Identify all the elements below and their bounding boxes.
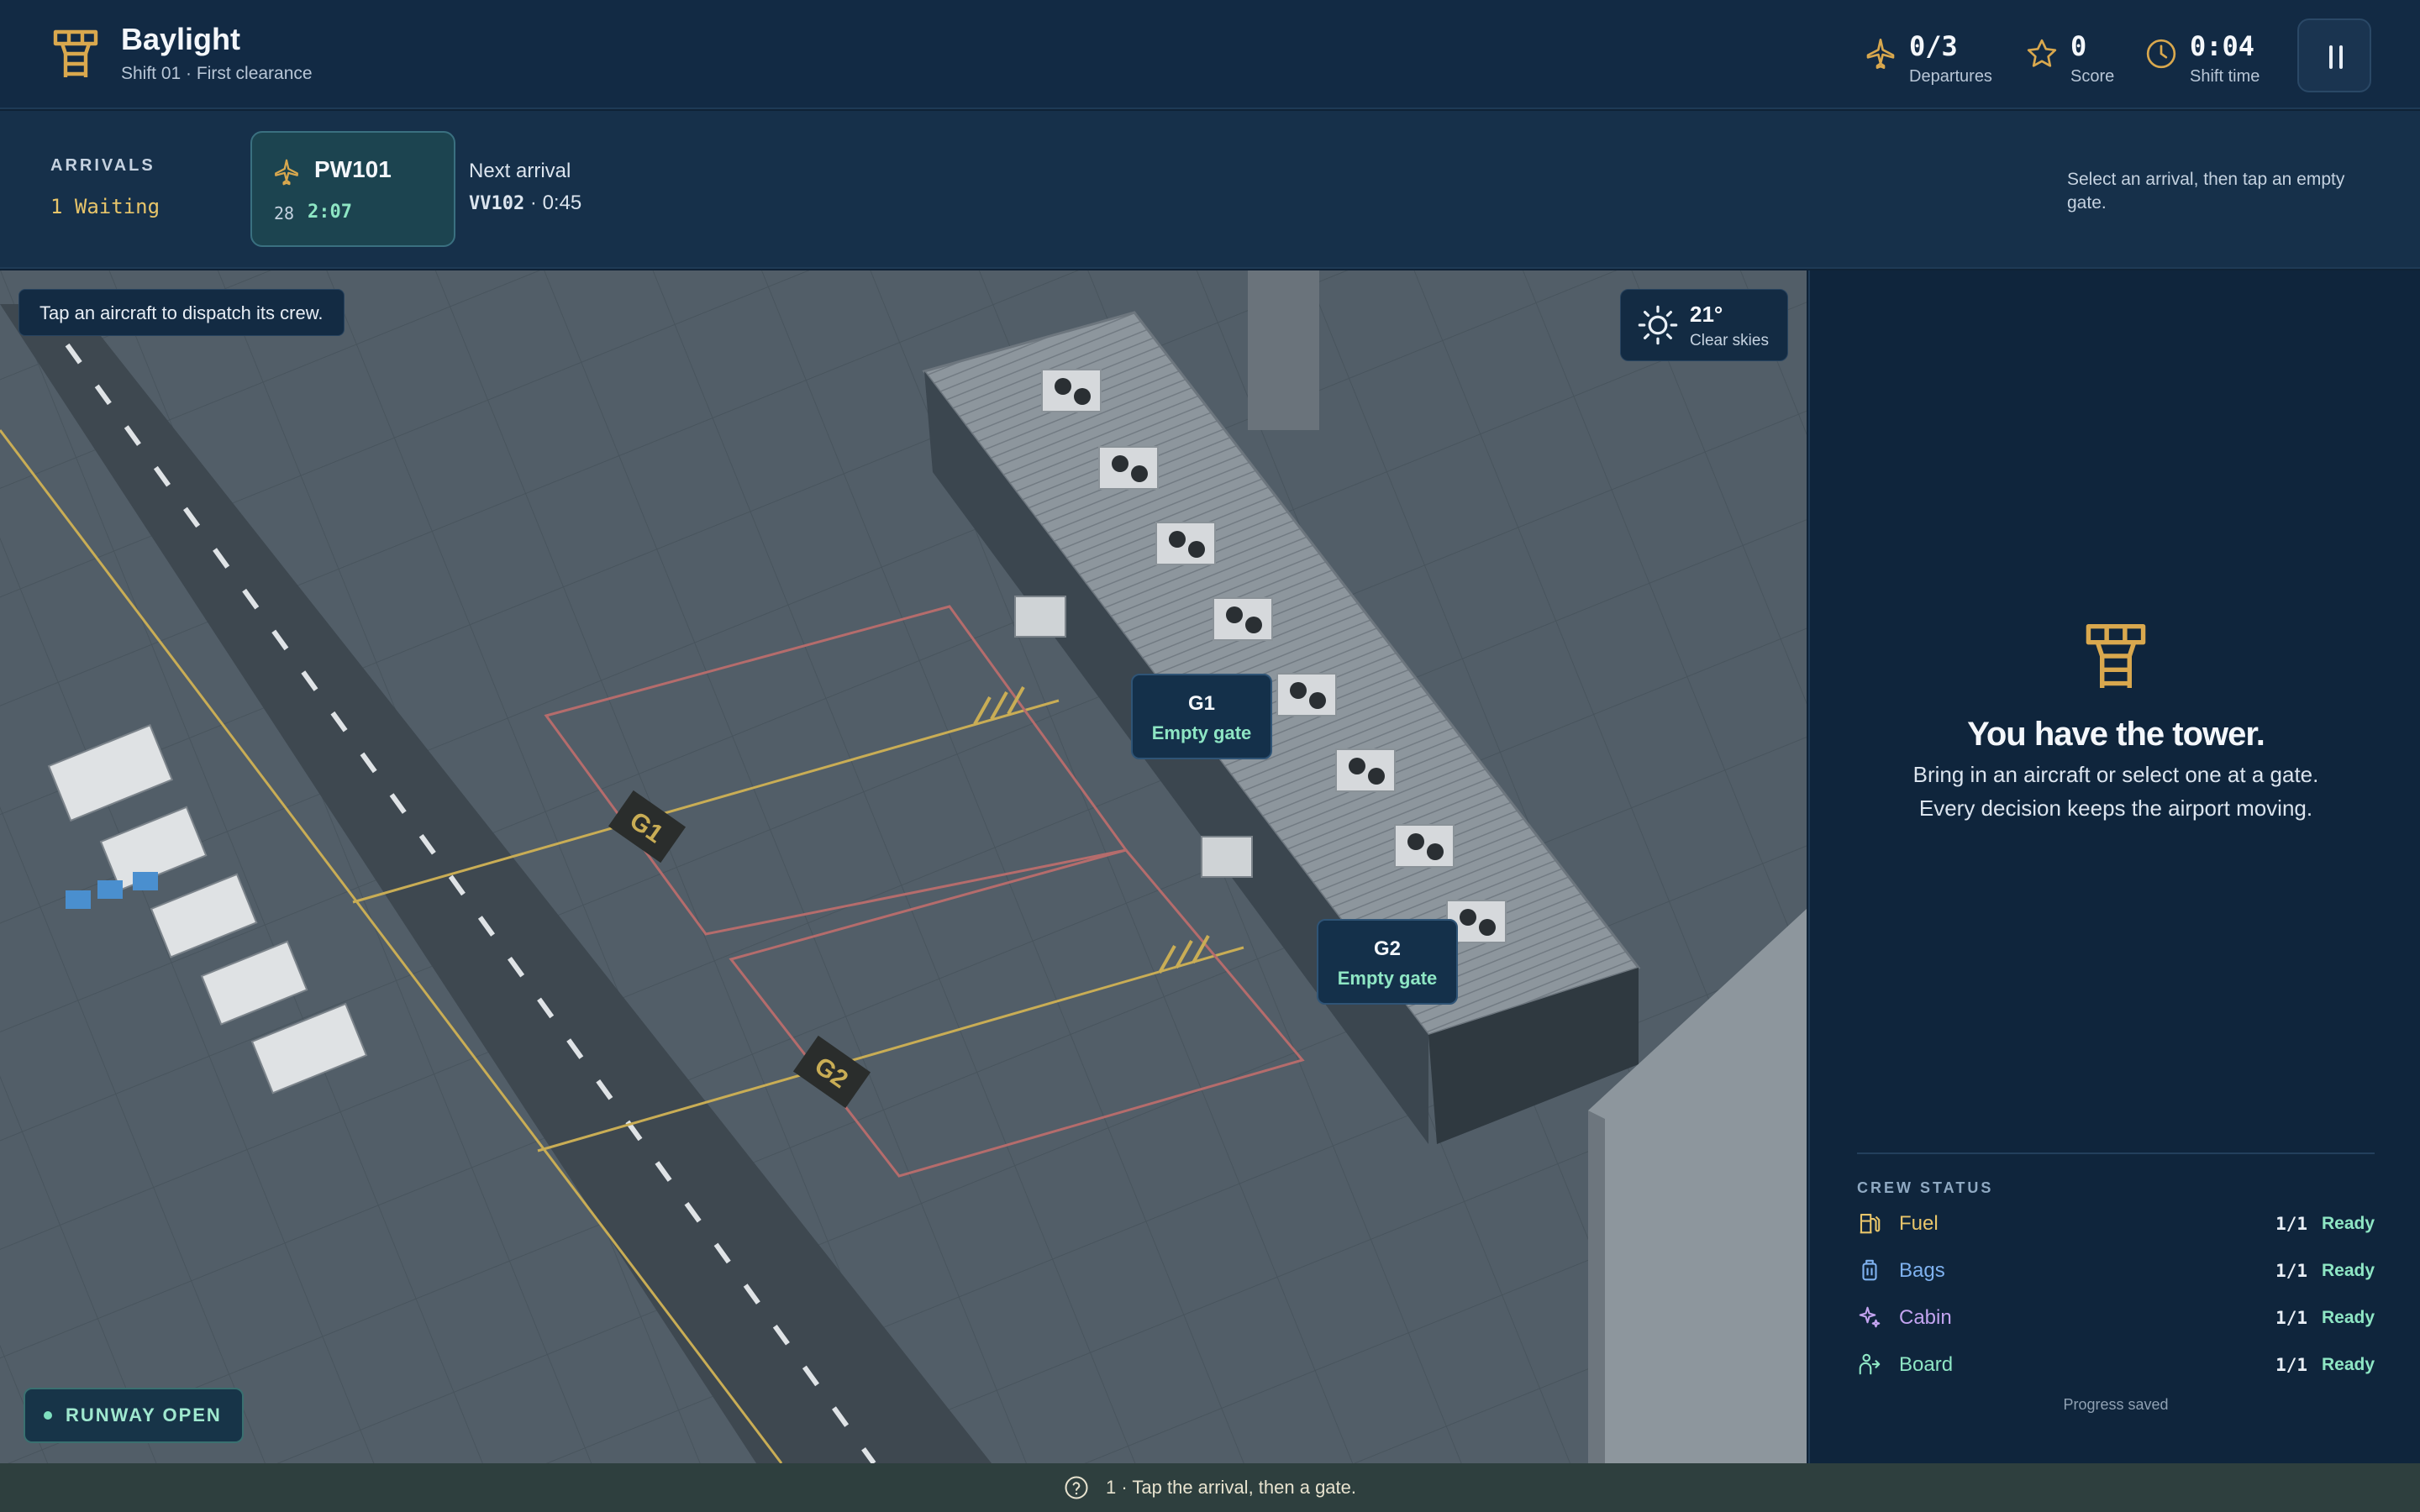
runway-status-badge: RUNWAY OPEN — [24, 1388, 244, 1443]
person-board-icon — [1859, 1353, 1881, 1375]
weather-temp: 21° — [1690, 302, 1723, 327]
shift-time-stat: 0:04 Shift time — [2144, 30, 2279, 89]
crew-status-heading: CREW STATUS — [1857, 1179, 1994, 1196]
next-arrival-value: VV102 · 0:45 — [469, 192, 582, 214]
crew-name: Bags — [1899, 1259, 1945, 1282]
clock-icon — [2146, 39, 2176, 69]
score-value: 0 — [2070, 30, 2087, 62]
weather-widget: 21° Clear skies — [1620, 289, 1788, 361]
flight-code: PW101 — [314, 156, 392, 182]
gate-g2[interactable]: G2 Empty gate — [1317, 919, 1458, 1005]
shift-subtitle: Shift 01 · First clearance — [121, 64, 313, 83]
panel-title: You have the tower. — [1967, 716, 2265, 753]
next-arrival-code: VV102 — [469, 193, 525, 214]
flight-number: 28 — [274, 203, 295, 223]
crew-row-bags: Bags 1/1 Ready — [1857, 1249, 2375, 1291]
top-bar: Baylight Shift 01 · First clearance 0/3 … — [0, 0, 2420, 109]
apron-scene[interactable]: G1 G2 — [0, 270, 1807, 1463]
departures-stat: 0/3 Departures — [1864, 30, 2007, 89]
gate-id: G1 — [1187, 692, 1215, 715]
weather-condition: Clear skies — [1690, 332, 1769, 349]
score-label: Score — [2070, 67, 2115, 86]
arrivals-hint: Select an arrival, then tap an empty gat… — [2067, 170, 2345, 213]
crew-row-board: Board 1/1 Ready — [1857, 1343, 2375, 1385]
crew-count: 1/1 — [2275, 1261, 2307, 1281]
app-title: Baylight — [121, 22, 241, 56]
control-tower-icon — [2086, 624, 2146, 688]
crew-count: 1/1 — [2275, 1308, 2307, 1328]
arrivals-bar: ARRIVALS 1 Waiting PW101 28 2:07 Next ar… — [0, 111, 2420, 269]
flight-countdown: 2:07 — [308, 202, 352, 223]
crew-count: 1/1 — [2275, 1355, 2307, 1375]
crew-row-fuel: Fuel 1/1 Ready — [1857, 1202, 2375, 1244]
crew-state: Ready — [2321, 1308, 2375, 1327]
gate-g1[interactable]: G1 Empty gate — [1131, 674, 1272, 759]
luggage-icon — [1862, 1259, 1877, 1281]
help-icon — [1065, 1476, 1088, 1499]
panel-body-line: Every decision keeps the airport moving. — [1918, 795, 2313, 821]
tutorial-footer: 1 · Tap the arrival, then a gate. — [0, 1463, 2420, 1512]
crew-status: CREW STATUS Fuel 1/1 Ready Bags 1/1 Read… — [1857, 1152, 2375, 1385]
next-arrival-time: 0:45 — [542, 192, 582, 214]
star-icon — [2027, 39, 2057, 67]
crew-state: Ready — [2321, 1355, 2375, 1374]
status-dot — [44, 1411, 52, 1420]
pause-icon — [2329, 45, 2333, 69]
tutorial-step-text: 1 · Tap the arrival, then a gate. — [1106, 1477, 1356, 1498]
fuel-pump-icon — [1860, 1213, 1881, 1234]
sparkle-icon — [1859, 1306, 1881, 1328]
map-tip: Tap an aircraft to dispatch its crew. — [18, 289, 345, 336]
control-tower-icon — [53, 29, 98, 77]
arrival-card-pw101[interactable]: PW101 28 2:07 — [250, 131, 455, 247]
crew-state: Ready — [2321, 1214, 2375, 1233]
sun-icon — [1638, 305, 1678, 345]
arrivals-waiting-count: 1 Waiting — [50, 195, 160, 218]
shift-time-label: Shift time — [2190, 67, 2260, 86]
shift-time-value: 0:04 — [2190, 30, 2255, 62]
crew-name: Fuel — [1899, 1212, 1939, 1235]
departures-label: Departures — [1909, 67, 1992, 86]
panel-body: Bring in an aircraft or select one at a … — [1810, 758, 2420, 825]
departures-value: 0/3 — [1909, 30, 1958, 62]
crew-state: Ready — [2321, 1261, 2375, 1280]
runway-status-text: RUNWAY OPEN — [66, 1404, 222, 1425]
gate-state: Empty gate — [1151, 722, 1252, 743]
gate-state: Empty gate — [1337, 968, 1438, 989]
crew-count: 1/1 — [2275, 1214, 2307, 1234]
score-stat: 0 Score — [2025, 30, 2126, 89]
panel-body-line: Bring in an aircraft or select one at a … — [1912, 762, 2319, 787]
crew-name: Cabin — [1899, 1306, 1952, 1329]
progress-saved: Progress saved — [2063, 1396, 2169, 1413]
next-arrival-label: Next arrival — [469, 160, 571, 182]
plane-icon — [1866, 39, 1895, 69]
airport-map[interactable]: G1 G2 Tap an aircraft to dispatch its cr… — [0, 270, 1807, 1463]
crew-row-cabin: Cabin 1/1 Ready — [1857, 1296, 2375, 1338]
gate-id: G2 — [1373, 937, 1401, 960]
plane-icon — [275, 159, 298, 186]
pause-button[interactable] — [2297, 18, 2371, 92]
crew-name: Board — [1899, 1353, 1954, 1376]
arrivals-heading: ARRIVALS — [50, 156, 155, 175]
tower-panel: You have the tower. Bring in an aircraft… — [1808, 270, 2420, 1463]
